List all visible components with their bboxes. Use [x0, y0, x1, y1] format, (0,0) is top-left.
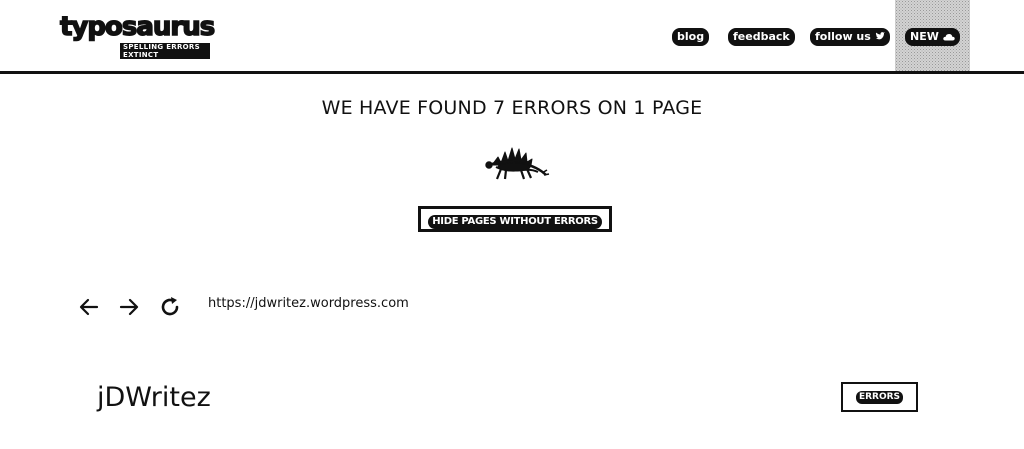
nav-follow-label: follow us — [815, 30, 871, 43]
nav-new-link[interactable]: NEW — [905, 28, 960, 46]
new-feature-panel: NEW — [895, 0, 970, 71]
page-url[interactable]: https://jdwritez.wordpress.com — [208, 296, 409, 311]
stegosaurus-icon — [485, 147, 550, 180]
hide-button-label: HIDE PAGES WITHOUT ERRORS — [428, 215, 602, 229]
nav-follow-us-link[interactable]: follow us — [810, 28, 890, 46]
errors-button[interactable]: ERRORS — [841, 382, 918, 412]
site-title: jDWritez — [97, 382, 211, 413]
cloud-icon — [942, 34, 955, 41]
nav-blog-link[interactable]: blog — [672, 28, 710, 46]
twitter-bird-icon — [875, 32, 885, 40]
hide-pages-without-errors-button[interactable]: HIDE PAGES WITHOUT ERRORS — [418, 206, 612, 232]
site-header: typosaurus SPELLING ERRORS EXTINCT blog … — [0, 0, 1024, 74]
reload-icon[interactable] — [158, 295, 182, 319]
nav-blog-label: blog — [677, 30, 705, 43]
nav-new-label: NEW — [910, 30, 939, 43]
nav-feedback-label: feedback — [733, 30, 790, 43]
errors-button-label: ERRORS — [855, 391, 904, 404]
arrow-right-icon[interactable] — [117, 295, 141, 319]
top-nav: blog feedback follow us — [0, 28, 1024, 46]
error-summary-heading: WE HAVE FOUND 7 ERRORS ON 1 PAGE — [321, 97, 703, 119]
nav-feedback-link[interactable]: feedback — [728, 28, 795, 46]
arrow-left-icon[interactable] — [77, 295, 101, 319]
